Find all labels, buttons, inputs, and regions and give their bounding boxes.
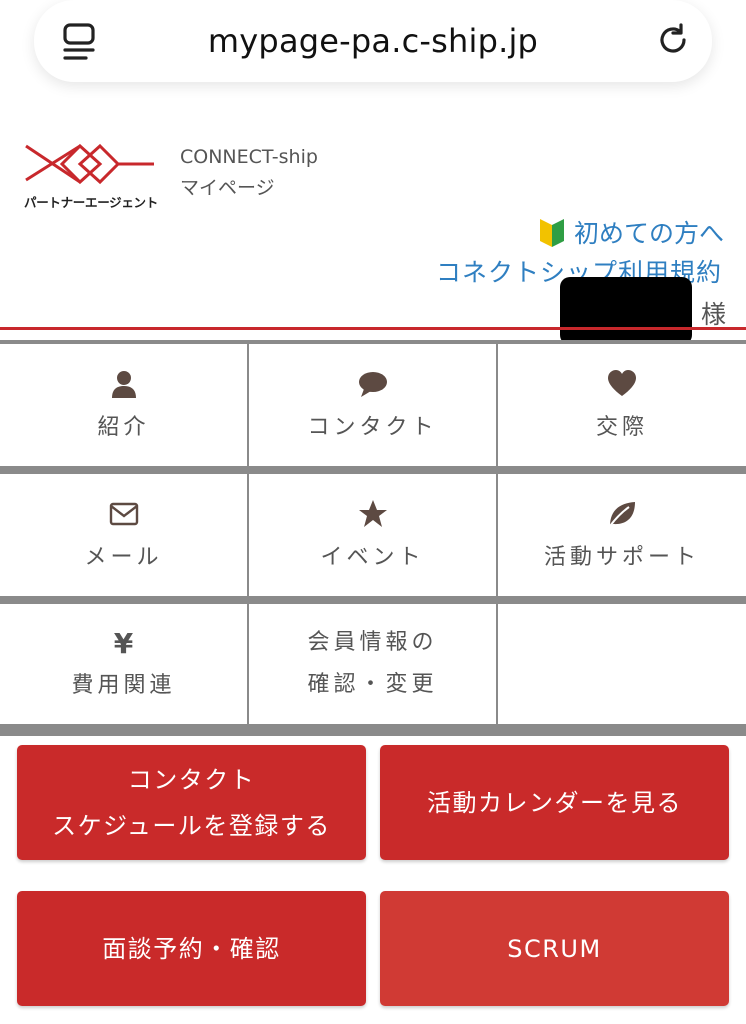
menu-activity-support[interactable]: 活動サポート [498, 474, 746, 596]
menu-empty-cell [498, 604, 746, 724]
menu-fees[interactable]: ¥ 費用関連 [0, 604, 247, 724]
heart-icon [608, 370, 636, 396]
menu-event-label: イベント [320, 545, 425, 570]
menu-grid: 紹介 コンタクト 交際 メール イベント 活動サポート ¥ 費用関連 会員情報の… [0, 340, 746, 736]
beginner-mark-icon [539, 219, 564, 247]
yen-icon: ¥ [113, 627, 134, 660]
star-icon [358, 500, 387, 527]
register-contact-schedule-button[interactable]: コンタクト スケジュールを登録する [17, 745, 366, 860]
brand-name: CONNECT-ship [180, 146, 318, 168]
first-time-link-label: 初めての方へ [573, 219, 724, 248]
url-text[interactable]: mypage-pa.c-ship.jp [34, 22, 712, 60]
leaf-icon [609, 502, 635, 527]
menu-contact-label: コンタクト [307, 415, 438, 440]
menu-event[interactable]: イベント [249, 474, 496, 596]
menu-introduction-label: 紹介 [97, 415, 150, 440]
brand-subtitle: マイページ [180, 177, 275, 199]
menu-introduction[interactable]: 紹介 [0, 344, 247, 466]
activity-calendar-button[interactable]: 活動カレンダーを見る [380, 745, 729, 860]
envelope-icon [109, 502, 138, 526]
scrum-button[interactable]: SCRUM [380, 891, 729, 1006]
redacted-username [560, 277, 692, 345]
interview-booking-button[interactable]: 面談予約・確認 [17, 891, 366, 1006]
menu-member-info[interactable]: 会員情報の 確認・変更 [249, 604, 496, 724]
first-time-link[interactable]: 初めての方へ [538, 214, 724, 250]
speech-bubble-icon [358, 372, 387, 397]
honorific-label: 様 [700, 300, 726, 329]
activity-calendar-label: 活動カレンダーを見る [427, 788, 682, 817]
menu-dating[interactable]: 交際 [498, 344, 746, 466]
user-icon [111, 371, 136, 398]
menu-mail-label: メール [84, 545, 163, 570]
header-divider [0, 327, 746, 330]
menu-mail[interactable]: メール [0, 474, 247, 596]
browser-address-bar[interactable]: mypage-pa.c-ship.jp [34, 0, 712, 82]
menu-contact[interactable]: コンタクト [249, 344, 496, 466]
interview-booking-label: 面談予約・確認 [102, 934, 281, 963]
scrum-label: SCRUM [507, 934, 602, 963]
logo-text: パートナーエージェント [24, 195, 158, 210]
partner-agent-logo[interactable]: パートナーエージェント [22, 140, 158, 212]
register-contact-schedule-line2: スケジュールを登録する [52, 811, 331, 840]
register-contact-schedule-line1: コンタクト [127, 765, 256, 794]
menu-fees-label: 費用関連 [71, 673, 176, 698]
menu-dating-label: 交際 [595, 415, 648, 440]
menu-activity-support-label: 活動サポート [543, 545, 700, 570]
menu-member-info-line2: 確認・変更 [307, 672, 438, 697]
reload-icon[interactable] [656, 22, 692, 58]
menu-member-info-line1: 会員情報の [307, 630, 438, 655]
